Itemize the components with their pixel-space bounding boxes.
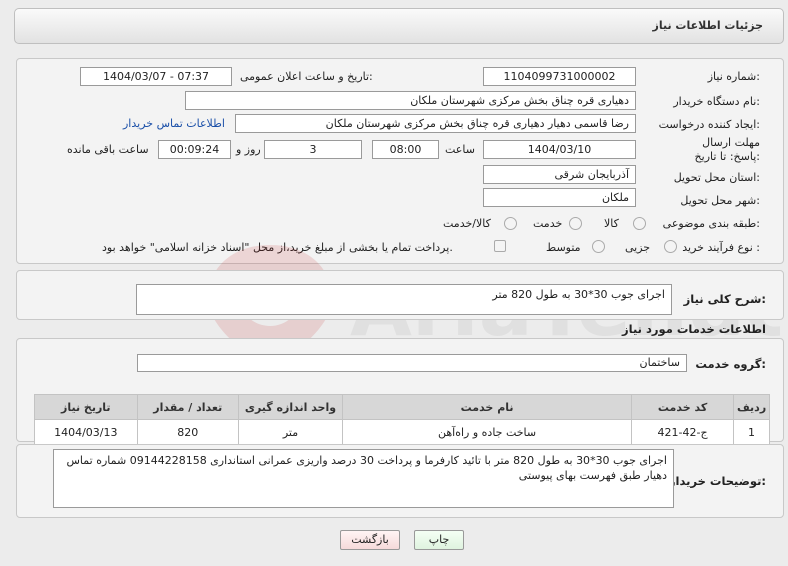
city-label: شهر محل تحویل: <box>680 194 760 207</box>
page-title: جزئیات اطلاعات نیاز <box>652 19 764 32</box>
print-button[interactable]: چاپ <box>414 530 464 550</box>
services-table: تاریخ نیاز تعداد / مقدار واحد اندازه گیر… <box>34 394 770 445</box>
category-radio-service[interactable] <box>569 217 582 230</box>
buyer-notes-field[interactable]: اجرای جوب 30*30 به طول 820 متر با تائید … <box>53 449 674 508</box>
city-field: ملکان <box>483 188 636 207</box>
province-label: استان محل تحویل: <box>673 171 760 184</box>
service-group-label: گروه خدمت: <box>695 357 766 371</box>
process-type-label: نوع فرآیند خرید : <box>682 241 760 254</box>
col-header-service-name: نام خدمت <box>342 394 633 420</box>
category-radio-goods-service[interactable] <box>504 217 517 230</box>
col-header-row-number: ردیف <box>733 394 770 420</box>
cell-service-name: ساخت جاده و راه‌آهن <box>342 419 633 445</box>
description-label: شرح کلی نیاز: <box>683 292 766 306</box>
category-option-goods: کالا <box>604 217 619 230</box>
service-group-field: ساختمان <box>137 354 687 372</box>
category-option-service: خدمت <box>533 217 563 230</box>
buyer-org-field: دهیاری قره چناق بخش مرکزی شهرستان ملکان <box>185 91 636 110</box>
requester-label: ایجاد کننده درخواست: <box>658 118 760 131</box>
requester-field: رضا قاسمی دهیار دهیاری قره چناق بخش مرکز… <box>235 114 636 133</box>
process-option-medium: متوسط <box>546 241 581 254</box>
col-header-date: تاریخ نیاز <box>34 394 138 420</box>
deadline-hour-label: ساعت <box>445 143 475 156</box>
process-radio-medium[interactable] <box>592 240 605 253</box>
cell-row-number: 1 <box>733 419 770 445</box>
announce-datetime-field: 1404/03/07 - 07:37 <box>80 67 232 86</box>
deadline-label: مهلت ارسال پاسخ: تا تاریخ: <box>694 136 760 163</box>
cell-service-code: ج-42-421 <box>631 419 735 445</box>
description-field[interactable]: اجرای جوب 30*30 به طول 820 متر <box>136 284 672 315</box>
back-button[interactable]: بازگشت <box>340 530 400 550</box>
time-left-field: 00:09:24 <box>158 140 231 159</box>
process-option-minor: جزیی <box>625 241 651 254</box>
info-section <box>16 58 784 264</box>
cell-qty: 820 <box>136 419 239 445</box>
time-left-label: ساعت باقی مانده <box>67 143 149 156</box>
deadline-time-field: 08:00 <box>372 140 439 159</box>
buyer-contact-link[interactable]: اطلاعات تماس خریدار <box>123 117 225 130</box>
col-header-qty: تعداد / مقدار <box>136 394 239 420</box>
deadline-date-field: 1404/03/10 <box>483 140 636 159</box>
province-field: آذربایجان شرقی <box>483 165 636 184</box>
buyer-notes-label: توضیحات خریدار: <box>668 474 766 488</box>
page-header: جزئیات اطلاعات نیاز <box>14 8 784 44</box>
description-text: اجرای جوب 30*30 به طول 820 متر <box>492 288 665 301</box>
cell-date: 1404/03/13 <box>34 419 138 445</box>
services-title: اطلاعات خدمات مورد نیاز <box>622 322 766 336</box>
need-number-field: 1104099731000002 <box>483 67 636 86</box>
table-row: 1404/03/13 820 متر ساخت جاده و راه‌آهن ج… <box>34 419 770 445</box>
need-number-label: شماره نیاز: <box>707 70 760 83</box>
announce-datetime-label: تاریخ و ساعت اعلان عمومی: <box>240 70 373 83</box>
buyer-notes-text: اجرای جوب 30*30 به طول 820 متر با تائید … <box>66 454 668 482</box>
col-header-unit: واحد اندازه گیری <box>237 394 344 420</box>
category-label: طبقه بندی موضوعی: <box>662 217 760 230</box>
col-header-service-code: کد خدمت <box>631 394 735 420</box>
buyer-org-label: نام دستگاه خریدار: <box>673 95 760 108</box>
treasury-payment-checkbox[interactable] <box>494 240 506 252</box>
days-left-field: 3 <box>264 140 362 159</box>
treasury-payment-note: پرداخت تمام یا بخشی از مبلغ خرید،از محل … <box>102 241 453 254</box>
category-option-goods-service: کالا/خدمت <box>443 217 491 230</box>
cell-unit: متر <box>237 419 344 445</box>
days-left-label: روز و <box>236 143 261 156</box>
table-header-row: تاریخ نیاز تعداد / مقدار واحد اندازه گیر… <box>34 394 770 420</box>
process-radio-minor[interactable] <box>664 240 677 253</box>
category-radio-goods[interactable] <box>633 217 646 230</box>
